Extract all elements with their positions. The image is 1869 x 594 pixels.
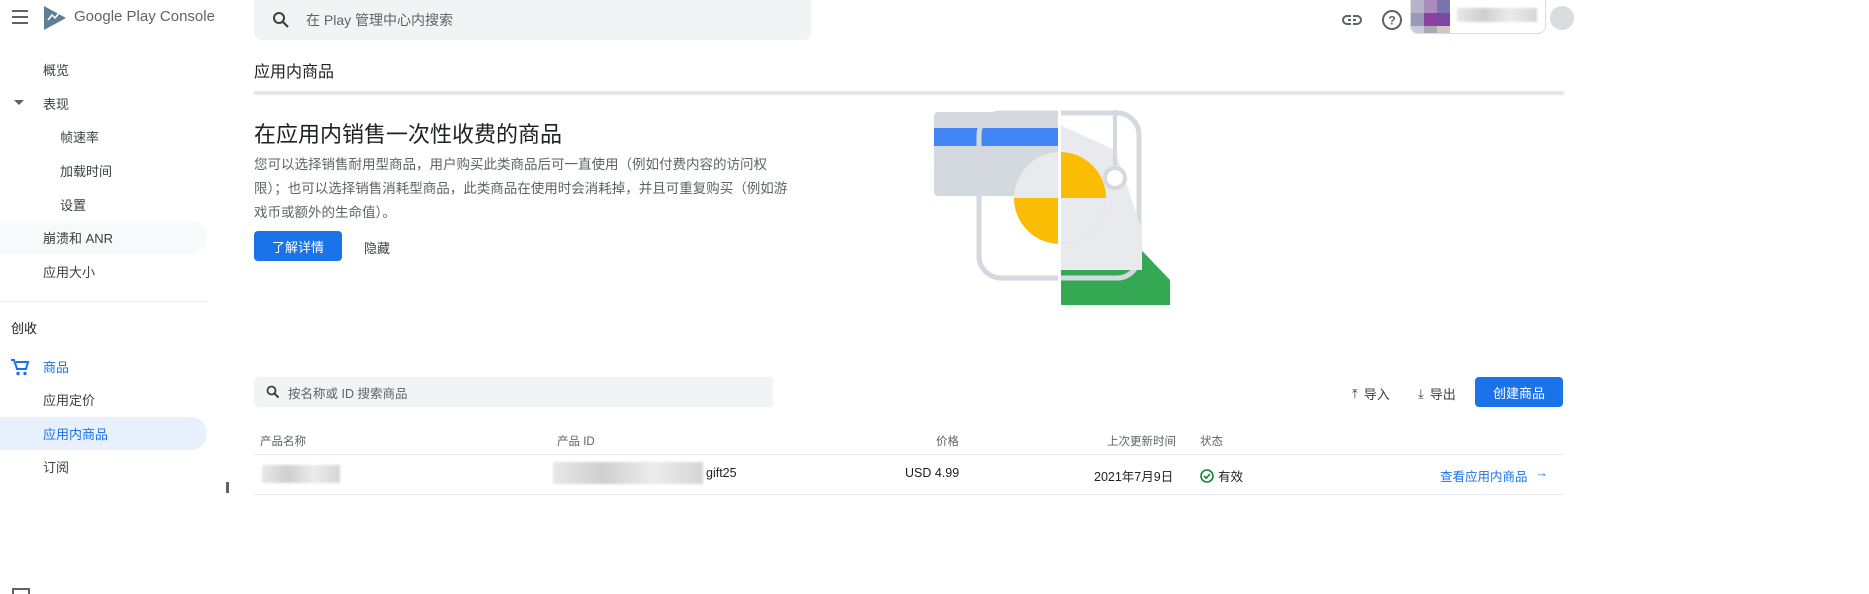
product-name-redacted [262, 465, 340, 483]
view-product-label: 查看应用内商品 [1440, 470, 1528, 484]
export-label: 导出 [1429, 387, 1456, 402]
sidebar-item-app-pricing[interactable]: 应用定价 [0, 383, 207, 416]
last-updated: 2021年7月9日 [1094, 470, 1174, 484]
sidebar-item-performance[interactable]: 表现 [0, 87, 207, 120]
status-label: 有效 [1218, 470, 1244, 484]
sidebar-item-label: 应用大小 [43, 265, 96, 280]
view-product-link[interactable]: 查看应用内商品 → [1440, 466, 1548, 485]
sidebar-item-label: 概览 [43, 63, 70, 78]
brand-console: Console [159, 8, 215, 25]
sidebar-item-settings[interactable]: 设置 [0, 188, 207, 221]
arrow-right-icon: → [1535, 466, 1549, 480]
search-icon [266, 385, 280, 399]
upload-icon: ⤒ [1352, 385, 1358, 401]
sidebar-item-products[interactable]: 商品 [0, 350, 207, 383]
sidebar-item-label: 设置 [60, 198, 87, 213]
status-badge: 有效 [1200, 466, 1243, 485]
search-icon [273, 12, 289, 28]
price: USD 4.99 [905, 466, 960, 480]
download-icon: ⤓ [1418, 385, 1424, 401]
in-app-products-illustration [934, 110, 1170, 305]
column-header-id[interactable]: 产品 ID [557, 433, 595, 449]
svg-text:?: ? [1388, 14, 1395, 28]
import-button[interactable]: ⤒ 导入 [1352, 384, 1390, 403]
page-title: 应用内商品 [254, 64, 335, 81]
column-header-updated[interactable]: 上次更新时间 [1107, 433, 1176, 449]
sidebar-scrollbar[interactable] [226, 482, 229, 493]
hero-description: 您可以选择销售耐用型商品，用户购买此类商品后可一直使用（例如付费内容的访问权限）… [254, 157, 788, 220]
link-icon[interactable] [1341, 10, 1363, 30]
column-header-status[interactable]: 状态 [1200, 433, 1223, 449]
promo-icon [12, 588, 30, 594]
sidebar-item-label: 加载时间 [60, 164, 113, 179]
account-switcher[interactable] [1410, 0, 1546, 34]
sidebar-item-label: 订阅 [43, 460, 70, 475]
sidebar-item-overview[interactable]: 概览 [0, 53, 207, 86]
hide-button[interactable]: 隐藏 [364, 238, 390, 257]
column-header-name[interactable]: 产品名称 [260, 433, 306, 449]
menu-icon[interactable] [12, 10, 28, 24]
export-button[interactable]: ⤓ 导出 [1418, 384, 1456, 403]
brand-name: Google Play Console [74, 8, 215, 25]
global-search[interactable]: 在 Play 管理中心内搜索 [254, 0, 811, 40]
sidebar-item-label: 商品 [43, 360, 70, 375]
sidebar-item-label: 帧速率 [60, 130, 100, 145]
sidebar-item-crashes-anr[interactable]: 崩溃和 ANR [0, 221, 207, 254]
create-product-button[interactable]: 创建商品 [1475, 377, 1563, 407]
learn-more-button[interactable]: 了解详情 [254, 231, 342, 261]
sidebar-divider [0, 301, 207, 302]
help-icon[interactable]: ? [1381, 9, 1403, 31]
caret-down-icon [14, 100, 24, 105]
hero-title: 在应用内销售一次性收费的商品 [254, 122, 563, 147]
sidebar-item-app-size[interactable]: 应用大小 [0, 255, 207, 288]
avatar[interactable] [1550, 6, 1574, 30]
column-header-price[interactable]: 价格 [936, 433, 959, 449]
check-circle-icon [1200, 468, 1214, 483]
sidebar-item-label: 应用内商品 [43, 427, 109, 442]
brand-google: Google Play [74, 8, 156, 25]
product-id: gift25 [706, 466, 737, 480]
sidebar-item-in-app-products[interactable]: 应用内商品 [0, 417, 207, 450]
sidebar-item-subscriptions[interactable]: 订阅 [0, 450, 207, 483]
play-console-logo [44, 6, 66, 30]
product-id-redacted [553, 462, 703, 484]
sidebar-item-frame-rate[interactable]: 帧速率 [0, 120, 207, 153]
sidebar-item-load-time[interactable]: 加载时间 [0, 154, 207, 187]
row-divider [254, 494, 1564, 495]
header-divider [254, 91, 1564, 93]
sidebar-item-label: 应用定价 [43, 393, 96, 408]
sidebar-item-label: 表现 [43, 97, 70, 112]
cart-icon [11, 359, 30, 376]
sidebar-item-label: 崩溃和 ANR [43, 231, 114, 246]
search-placeholder: 在 Play 管理中心内搜索 [306, 12, 454, 28]
import-label: 导入 [1363, 387, 1390, 402]
search-placeholder: 按名称或 ID 搜索商品 [288, 386, 408, 401]
top-bar: Google Play Console 在 Play 管理中心内搜索 ? [0, 0, 1869, 40]
product-search-input[interactable]: 按名称或 ID 搜索商品 [254, 377, 773, 407]
table-header-divider [254, 454, 1564, 455]
sidebar-section-monetize: 创收 [11, 321, 38, 336]
